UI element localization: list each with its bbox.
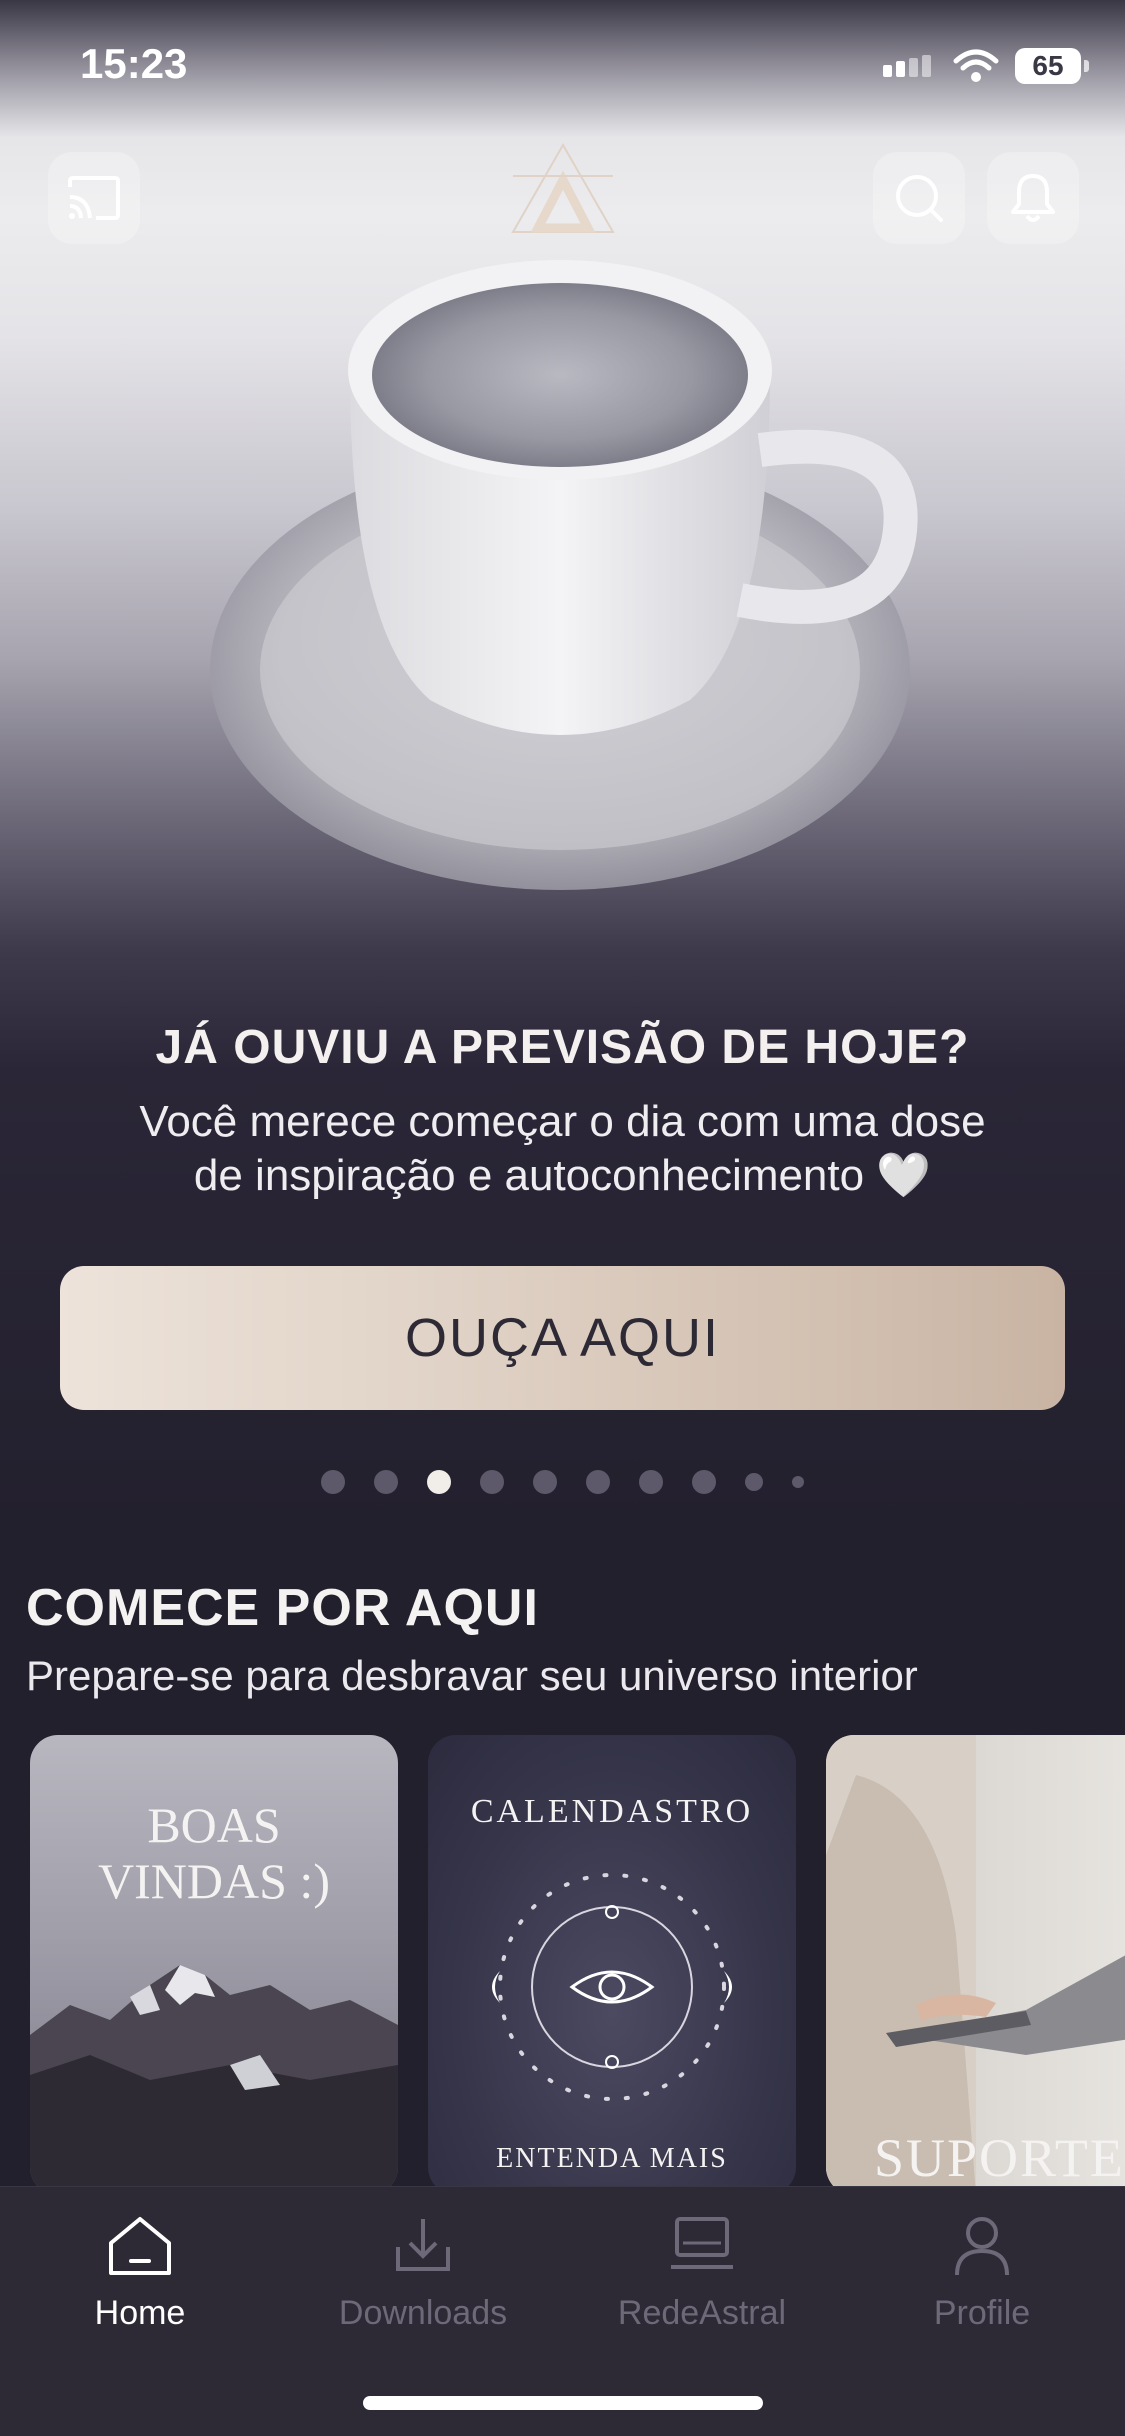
card-calendastro[interactable]: CALENDASTRO ENTENDA MAIS bbox=[428, 1735, 796, 2195]
card-support[interactable]: SUPORTE bbox=[826, 1735, 1125, 2195]
tab-redeastral-label: RedeAstral bbox=[617, 2294, 787, 2332]
hero-subtitle-line2: de inspiração e autoconhecimento 🤍 bbox=[193, 1151, 932, 1200]
tab-downloads-label: Downloads bbox=[338, 2294, 508, 2332]
tab-profile-label: Profile bbox=[933, 2294, 1031, 2332]
tab-home-label: Home bbox=[94, 2294, 186, 2332]
signal-icon bbox=[883, 55, 931, 77]
search-icon bbox=[896, 175, 943, 222]
carousel-dot[interactable] bbox=[586, 1470, 610, 1494]
card-calendastro-footer: ENTENDA MAIS bbox=[496, 2143, 728, 2174]
battery-indicator: 65 bbox=[1015, 48, 1089, 84]
app-screen: 15:23 65 JÁ OUVIU A PREVISÃO DE HOJE? Vo… bbox=[0, 0, 1125, 2436]
tab-downloads[interactable]: Downloads bbox=[303, 2215, 543, 2333]
carousel-dot[interactable] bbox=[374, 1470, 398, 1494]
carousel-pagination bbox=[0, 1470, 1125, 1494]
notifications-button[interactable] bbox=[987, 152, 1079, 244]
hero-image bbox=[210, 260, 918, 890]
carousel-dot-active[interactable] bbox=[427, 1470, 451, 1494]
app-logo bbox=[511, 142, 615, 233]
bell-icon bbox=[1011, 174, 1055, 222]
tab-profile[interactable]: Profile bbox=[862, 2215, 1102, 2333]
home-indicator bbox=[363, 2396, 763, 2410]
carousel-dot[interactable] bbox=[639, 1470, 663, 1494]
carousel-dot[interactable] bbox=[692, 1470, 716, 1494]
hero-subtitle-line1: Você merece começar o dia com uma dose bbox=[139, 1097, 986, 1146]
cast-icon bbox=[68, 176, 120, 220]
status-bar: 15:23 65 bbox=[0, 0, 1125, 130]
search-button[interactable] bbox=[873, 152, 965, 244]
home-icon bbox=[109, 2217, 171, 2275]
status-icons: 65 bbox=[883, 46, 1089, 86]
carousel-dot[interactable] bbox=[792, 1476, 804, 1488]
hero-title: JÁ OUVIU A PREVISÃO DE HOJE? bbox=[155, 1021, 970, 1074]
carousel-dot[interactable] bbox=[533, 1470, 557, 1494]
carousel-dot[interactable] bbox=[321, 1470, 345, 1494]
mountain-image bbox=[30, 1965, 398, 2195]
wifi-icon bbox=[953, 49, 999, 82]
hero-subtitle: Você merece começar o dia com uma dose d… bbox=[60, 1095, 1065, 1203]
cast-button[interactable] bbox=[48, 152, 140, 244]
battery-level: 65 bbox=[1032, 50, 1064, 81]
hero-banner[interactable]: 15:23 65 JÁ OUVIU A PREVISÃO DE HOJE? Vo… bbox=[0, 0, 1125, 1530]
carousel-dot[interactable] bbox=[480, 1470, 504, 1494]
card-welcome[interactable]: BOAS VINDAS :) bbox=[30, 1735, 398, 2195]
tab-home[interactable]: Home bbox=[20, 2215, 260, 2333]
profile-icon bbox=[955, 2217, 1009, 2276]
status-time: 15:23 bbox=[80, 40, 188, 87]
laptop-photo bbox=[826, 1735, 1125, 2195]
section-subtitle: Prepare-se para desbravar seu universo i… bbox=[26, 1652, 918, 1699]
download-icon bbox=[396, 2219, 450, 2271]
section-title: COMECE POR AQUI bbox=[26, 1579, 539, 1637]
laptop-icon bbox=[671, 2217, 733, 2269]
card-support-title: SUPORTE bbox=[874, 2128, 1125, 2188]
eye-moon-icon bbox=[492, 1873, 732, 2101]
carousel-dot[interactable] bbox=[745, 1473, 763, 1491]
tab-redeastral[interactable]: RedeAstral bbox=[582, 2215, 822, 2333]
start-here-carousel[interactable]: BOAS VINDAS :) CALENDASTRO ENTENDA MAIS … bbox=[30, 1735, 1125, 2195]
listen-here-button[interactable]: OUÇA AQUI bbox=[60, 1266, 1065, 1410]
